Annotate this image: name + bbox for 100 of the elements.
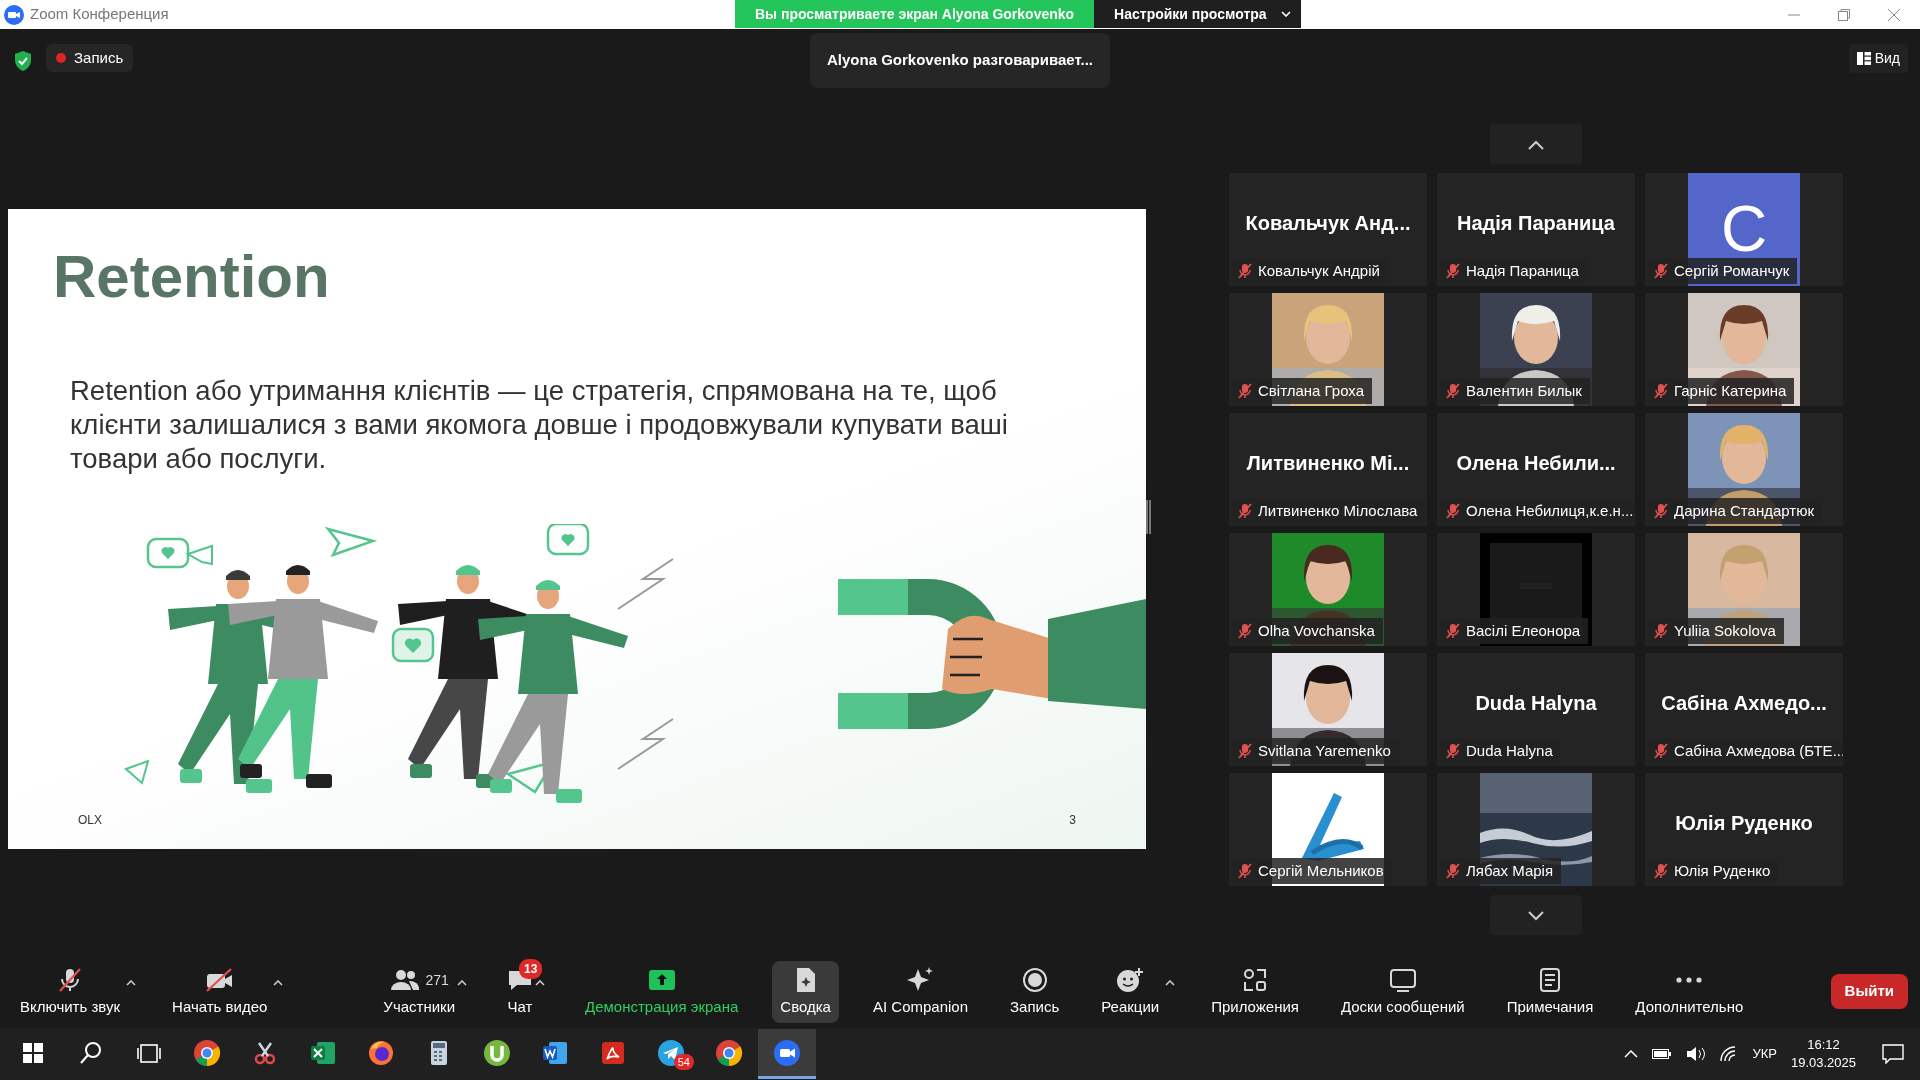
clock-date[interactable]: 19.03.2025	[1790, 1054, 1856, 1072]
whiteboard-icon	[1388, 968, 1417, 993]
video-tile[interactable]: Валентин Билык	[1437, 293, 1635, 406]
participant-name: Васілі Елеонора	[1466, 620, 1581, 641]
muted-mic-icon	[1654, 382, 1668, 399]
toolbar-button[interactable]: Начать видео	[164, 960, 276, 1023]
muted-mic-icon	[1238, 382, 1252, 399]
video-tile[interactable]: Сергій Мельников	[1229, 773, 1427, 886]
participant-name: Duda Halyna	[1466, 740, 1553, 761]
close-icon[interactable]	[1888, 8, 1900, 21]
chevron-down-icon	[1280, 11, 1291, 17]
video-tile[interactable]: Гарніс Катерина	[1645, 293, 1843, 406]
caret-icon[interactable]	[1165, 980, 1176, 987]
participant-name: Світлана Гроха	[1258, 380, 1365, 401]
unread-count-badge: 13	[519, 958, 543, 979]
muted-mic-icon	[1654, 262, 1668, 279]
caret-icon[interactable]	[126, 980, 137, 987]
participant-display-name: Юлія Руденко	[1675, 810, 1813, 836]
muted-microphone-icon	[57, 967, 83, 994]
resize-handle[interactable]	[1146, 500, 1151, 534]
participant-display-name: Duda Halyna	[1475, 690, 1597, 716]
video-tile[interactable]: Дарина Стандартюк	[1645, 413, 1843, 526]
share-screen-icon	[647, 969, 676, 992]
caret-icon[interactable]	[457, 980, 468, 987]
chevron-down-icon	[1528, 910, 1544, 921]
video-tile[interactable]: Васілі Елеонора	[1437, 533, 1635, 646]
slide-footer: OLX	[78, 811, 102, 829]
video-tile[interactable]: Сабіна Ахмедо... Сабіна Ахмедова (БТЕ...	[1645, 653, 1843, 766]
video-tile[interactable]: Литвиненко Мі... Литвиненко Мілослава	[1229, 413, 1427, 526]
view-button[interactable]: Вид	[1848, 44, 1908, 73]
participant-name: Надія Параница	[1466, 260, 1579, 281]
toolbar-button[interactable]: Сводка	[772, 960, 839, 1023]
video-tile[interactable]: Duda Halyna Duda Halyna	[1437, 653, 1635, 766]
muted-mic-icon	[1654, 502, 1668, 519]
video-tile[interactable]: Yuliia Sokolova	[1645, 533, 1843, 646]
muted-mic-icon	[1654, 622, 1668, 639]
muted-mic-icon	[1238, 622, 1252, 639]
battery-icon[interactable]	[1652, 1048, 1673, 1060]
muted-mic-icon	[1238, 862, 1252, 879]
muted-mic-icon	[1654, 742, 1668, 759]
clock-time[interactable]: 16:12	[1790, 1036, 1856, 1054]
toolbar-button[interactable]: Запись	[1002, 960, 1068, 1023]
video-tile[interactable]: Ковальчук Анд... Ковальчук Андрій	[1229, 173, 1427, 286]
toolbar-button[interactable]: Примечания	[1498, 960, 1602, 1023]
record-icon	[1021, 967, 1048, 994]
recording-indicator[interactable]: Запись	[46, 44, 134, 72]
toolbar-button[interactable]: AI Companion	[864, 960, 976, 1023]
toolbar-button[interactable]: Включить звук	[12, 960, 129, 1023]
video-tile[interactable]: Olha Vovchanska	[1229, 533, 1427, 646]
page-number: 3	[1069, 812, 1076, 829]
video-tile[interactable]: Лябах Марія	[1437, 773, 1635, 886]
participant-name: Svitlana Yaremenko	[1258, 740, 1391, 761]
toolbar-button[interactable]: Демонстрация экрана	[577, 960, 747, 1023]
participant-name: Литвиненко Мілослава	[1258, 500, 1418, 521]
video-tile[interactable]: Юлія Руденко Юлія Руденко	[1645, 773, 1843, 886]
participant-display-name: Литвиненко Мі...	[1246, 450, 1410, 476]
muted-mic-icon	[1446, 622, 1460, 639]
video-tile[interactable]: Олена Небили... Олена Небилиця,к.е.н....	[1437, 413, 1635, 526]
slide-text: Retention або утримання клієнтів — це стратегія, спрямована на те, щоб клієнти залишалися з вами якомога довше і продовжували купувати ваші товари або послуги.	[70, 374, 1009, 477]
video-off-icon	[204, 968, 235, 993]
torrent-icon	[483, 1038, 511, 1067]
video-tile[interactable]: Світлана Гроха	[1229, 293, 1427, 406]
toolbar-button[interactable]: 13 Чат	[499, 960, 542, 1023]
chrome-icon	[715, 1038, 743, 1067]
toolbar-button[interactable]: Реакции	[1093, 960, 1168, 1023]
zoom-app-icon	[773, 1038, 801, 1067]
participant-name: Валентин Билык	[1466, 380, 1582, 401]
muted-mic-icon	[1446, 742, 1460, 759]
caret-icon[interactable]	[535, 980, 546, 987]
notifications-icon[interactable]	[1882, 1044, 1904, 1064]
participant-display-name: Олена Небили...	[1456, 450, 1616, 476]
keyboard-language[interactable]: УКР	[1752, 1044, 1777, 1064]
taskbar-app[interactable]: 54	[642, 1029, 700, 1079]
caret-icon[interactable]	[273, 980, 284, 987]
participant-display-name: Ковальчук Анд...	[1245, 210, 1411, 236]
participant-name: Сабіна Ахмедова (БТЕ...	[1674, 740, 1843, 761]
video-tile[interactable]: С Сергій Романчук	[1645, 173, 1843, 286]
chevron-up-icon[interactable]	[1624, 1049, 1639, 1059]
zoom-logo-icon	[4, 4, 24, 25]
toolbar-button[interactable]: Дополнительно	[1627, 960, 1752, 1023]
chrome-icon	[193, 1038, 221, 1067]
leave-button[interactable]: Выйти	[1830, 974, 1908, 1009]
taskbar-app[interactable]	[758, 1029, 816, 1079]
participant-name: Ковальчук Андрій	[1258, 260, 1380, 281]
participant-name: Сергій Мельников	[1258, 860, 1384, 881]
view-options-menu[interactable]: Настройки просмотра	[1094, 0, 1301, 28]
toolbar-button[interactable]: Приложения	[1203, 960, 1307, 1023]
speaker-notification: Alyona Gorkovenko разговаривает...	[810, 33, 1110, 88]
toolbar-button[interactable]: 271 Участники	[375, 960, 464, 1023]
video-tile[interactable]: Надія Параница Надія Параница	[1437, 173, 1635, 286]
video-tile[interactable]: Svitlana Yaremenko	[1229, 653, 1427, 766]
participant-count: 271	[425, 970, 449, 990]
restore-icon[interactable]	[1838, 8, 1850, 21]
muted-mic-icon	[1654, 862, 1668, 879]
muted-mic-icon	[1446, 262, 1460, 279]
participants-icon	[389, 969, 420, 992]
speaker-icon[interactable]	[1686, 1046, 1707, 1062]
smiley-plus-icon	[1116, 967, 1145, 994]
toolbar-button[interactable]: Доски сообщений	[1332, 960, 1473, 1023]
firefox-icon	[367, 1038, 395, 1067]
